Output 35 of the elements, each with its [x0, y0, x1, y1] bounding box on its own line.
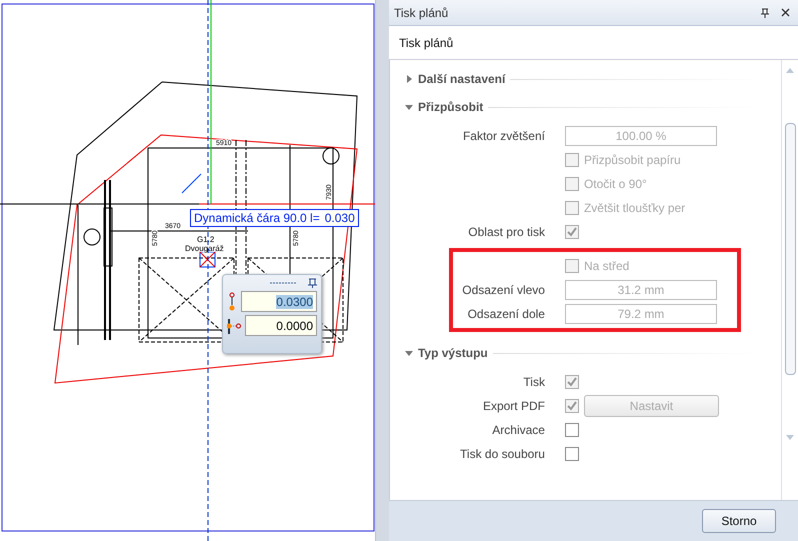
section-header[interactable]: Typ výstupu	[418, 346, 488, 360]
grip-icon[interactable]	[270, 281, 296, 285]
offset-input-field[interactable]: 0.0000	[245, 315, 317, 336]
scroll-down-icon[interactable]	[786, 435, 794, 440]
offset-input-field[interactable]: 0.0300	[241, 291, 317, 312]
cancel-button[interactable]: Storno	[702, 509, 776, 533]
field-label: Odsazení dole	[468, 307, 545, 321]
section-header[interactable]: Přizpůsobit	[418, 100, 484, 114]
field-label: Export PDF	[482, 399, 545, 413]
checkbox-label: Na střed	[584, 259, 630, 273]
checkbox-label: Otočit o 90°	[584, 177, 647, 191]
vertical-offset-icon	[227, 292, 237, 312]
field-label: Faktor zvětšení	[462, 129, 545, 143]
field-label: Archivace	[492, 423, 545, 437]
collapse-triangle-icon[interactable]	[404, 349, 413, 357]
checkbox[interactable]	[564, 447, 579, 461]
checkbox[interactable]	[564, 423, 579, 437]
checkbox-label: Zvětšit tloušťky per	[584, 201, 686, 215]
close-icon[interactable]	[781, 8, 790, 17]
field-label: Tisk	[523, 375, 545, 389]
collapse-triangle-icon[interactable]	[404, 103, 413, 111]
scroll-up-icon[interactable]	[786, 68, 794, 73]
field-label: Tisk do souboru	[460, 447, 545, 461]
panel-title: Tisk plánů	[394, 6, 448, 20]
field-label: Odsazení vlevo	[462, 283, 545, 297]
expand-triangle-icon[interactable]	[404, 75, 413, 83]
tooltip-label: Dynamická čára 90.0 l=	[194, 211, 320, 225]
pin-icon[interactable]	[308, 278, 317, 288]
tooltip-value: 0.030	[324, 211, 355, 225]
pin-icon[interactable]	[761, 8, 769, 18]
section-header[interactable]: Další nastavení	[418, 72, 506, 86]
scrollbar[interactable]	[781, 60, 798, 500]
panel-subtitle: Tisk plánů	[398, 36, 454, 50]
checkbox-label: Přizpůsobit papíru	[584, 153, 681, 167]
field-label: Oblast pro tisk	[468, 225, 545, 239]
